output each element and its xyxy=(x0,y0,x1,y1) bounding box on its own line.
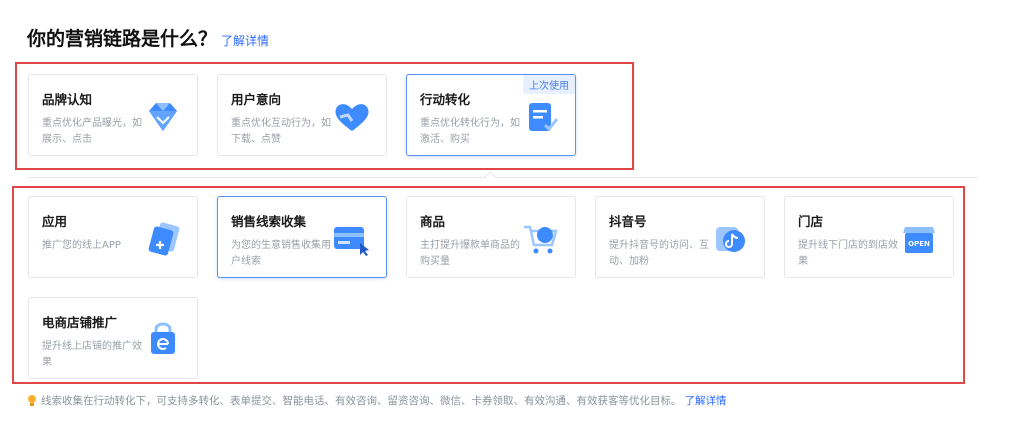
card-brand-awareness[interactable]: 品牌认知 重点优化产品曝光，如展示、点击 xyxy=(28,74,198,156)
card-desc: 提升抖音号的访问、互动、加粉 xyxy=(609,240,709,267)
diamond-icon xyxy=(149,103,177,131)
card-desc: 重点优化互动行为，如下载、点赞 xyxy=(231,118,331,145)
card-desc: 主打提升爆款单商品的购买量 xyxy=(420,240,520,267)
card-action-conversion[interactable]: 上次使用 行动转化 重点优化转化行为，如激活、购买 xyxy=(406,74,576,156)
app-card-icon xyxy=(148,222,180,256)
card-desc: 提升线下门店的到店效果 xyxy=(798,240,898,267)
page-title-row: 你的营销链路是什么？ 了解详情 xyxy=(27,24,269,51)
card-desc: 提升线上店铺的推广效果 xyxy=(42,341,142,368)
divider-pointer xyxy=(484,171,496,183)
card-ecommerce-store[interactable]: 电商店铺推广 提升线上店铺的推广效果 xyxy=(28,297,198,379)
svg-text:OPEN: OPEN xyxy=(908,240,930,248)
card-desc: 为您的生意销售收集用户线索 xyxy=(231,240,331,267)
footer-learn-more-link[interactable]: 了解详情 xyxy=(685,393,727,408)
shop-bag-icon xyxy=(151,322,175,354)
douyin-icon xyxy=(716,227,745,252)
footer-text: 线索收集在行动转化下，可支持多转化、表单提交、智能电话、有效咨询、留资咨询、微信… xyxy=(41,395,682,407)
shopping-cart-icon xyxy=(524,225,558,254)
divider xyxy=(28,177,978,178)
heart-icon xyxy=(335,104,369,131)
card-desc: 推广您的线上APP xyxy=(42,240,121,251)
card-user-intent[interactable]: 用户意向 重点优化互动行为，如下载、点赞 xyxy=(217,74,387,156)
store-open-icon: OPEN xyxy=(903,227,935,253)
card-lead-collection[interactable]: 销售线索收集 为您的生意销售收集用户线索 xyxy=(217,196,387,278)
document-check-icon xyxy=(529,103,559,132)
card-desc: 重点优化转化行为，如激活、购买 xyxy=(420,118,520,145)
last-used-badge: 上次使用 xyxy=(523,75,575,94)
card-store[interactable]: 门店 提升线下门店的到店效果 OPEN xyxy=(784,196,954,278)
card-desc: 重点优化产品曝光，如展示、点击 xyxy=(42,118,142,145)
card-app[interactable]: 应用 推广您的线上APP xyxy=(28,196,198,278)
footer-note: 线索收集在行动转化下，可支持多转化、表单提交、智能电话、有效咨询、留资咨询、微信… xyxy=(27,393,727,408)
card-product[interactable]: 商品 主打提升爆款单商品的购买量 xyxy=(406,196,576,278)
learn-more-link[interactable]: 了解详情 xyxy=(221,32,269,49)
form-cursor-icon xyxy=(334,227,369,256)
card-douyin-account[interactable]: 抖音号 提升抖音号的访问、互动、加粉 xyxy=(595,196,765,278)
lightbulb-icon xyxy=(28,395,36,406)
page-title: 你的营销链路是什么？ xyxy=(27,28,218,50)
